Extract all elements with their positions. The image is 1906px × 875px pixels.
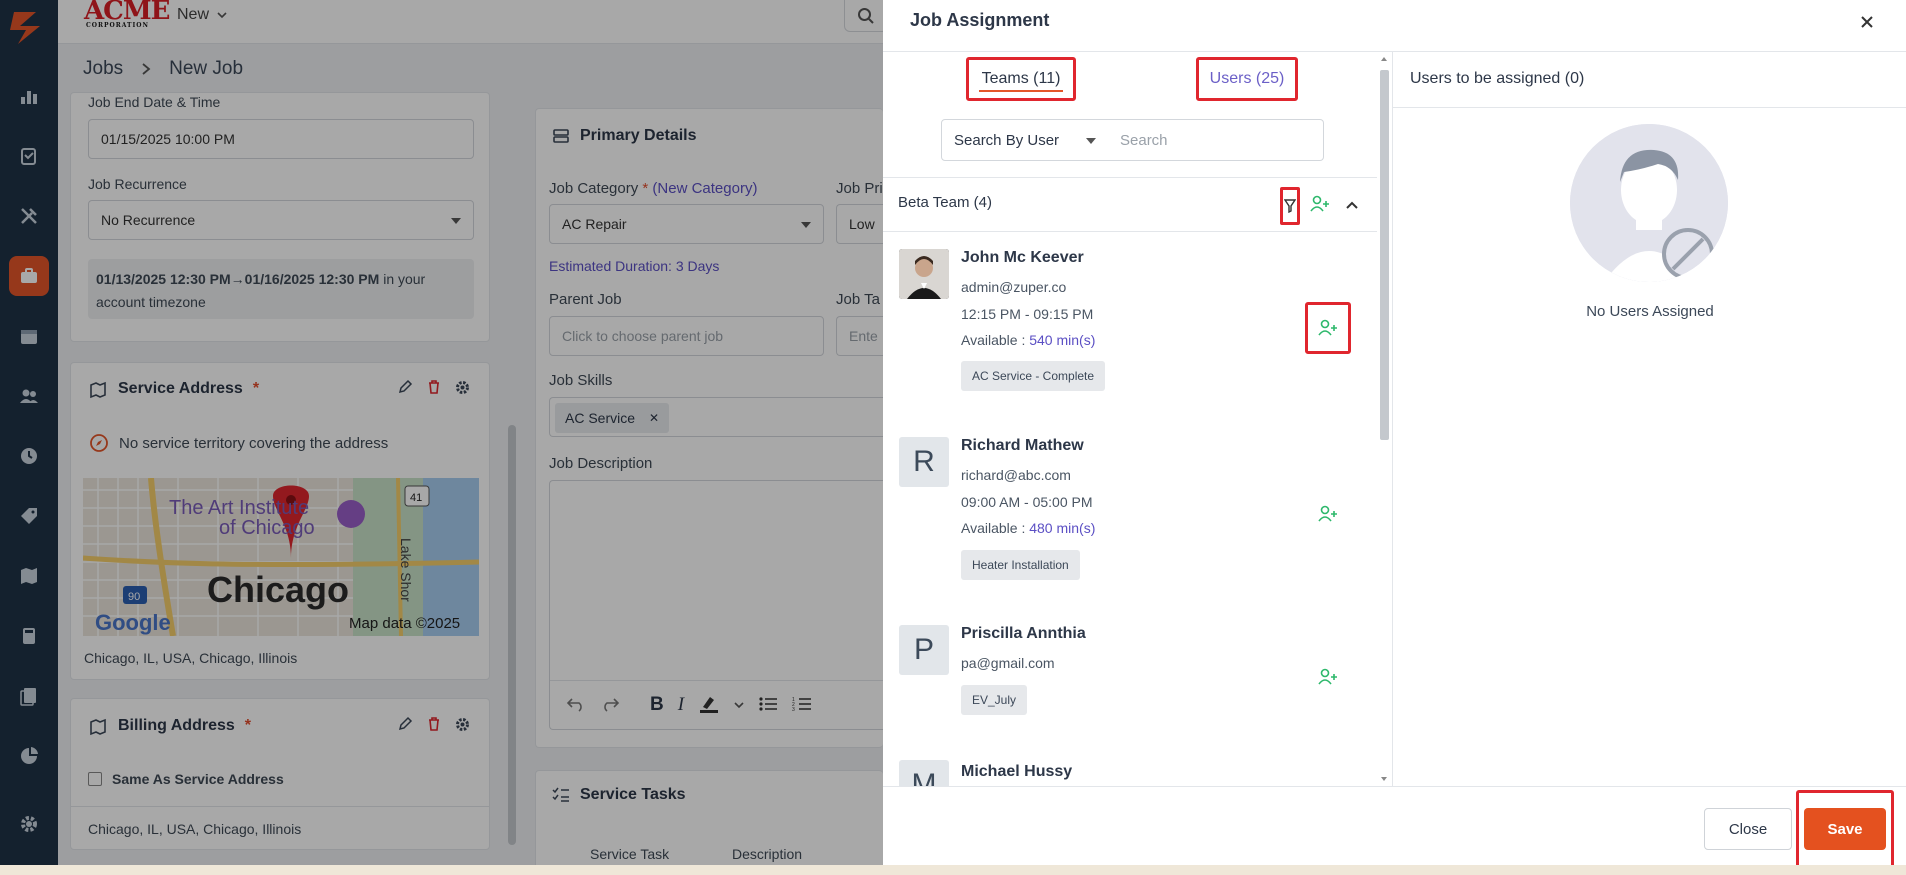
avatar: P: [899, 625, 949, 675]
user-email: richard@abc.com: [961, 467, 1071, 483]
add-user-icon[interactable]: [1305, 504, 1351, 524]
availability-label: Available :: [961, 520, 1030, 536]
chevron-up-icon[interactable]: [1345, 197, 1359, 213]
user-email: admin@zuper.co: [961, 279, 1067, 295]
bottom-strip: [0, 865, 1906, 875]
no-users-text: No Users Assigned: [1586, 303, 1714, 320]
skill-badge: AC Service - Complete: [961, 361, 1106, 391]
assigned-panel-header: Users to be assigned (0): [1393, 52, 1906, 108]
close-icon[interactable]: [1855, 10, 1879, 34]
team-header-row[interactable]: Beta Team (4): [883, 177, 1377, 232]
search-by-value: Search By User: [954, 131, 1060, 149]
list-item: P Priscilla Annthia pa@gmail.com EV_July: [883, 625, 1377, 725]
list-item: John Mc Keever admin@zuper.co 12:15 PM -…: [883, 249, 1377, 399]
user-availability: Available : 540 min(s): [961, 332, 1095, 348]
search-input[interactable]: [1108, 119, 1324, 161]
tab-users-label: Users (25): [1209, 70, 1285, 87]
no-users-illustration: [1570, 124, 1728, 282]
scroll-down-icon[interactable]: [1380, 776, 1388, 782]
skill-badge: EV_July: [961, 685, 1028, 715]
avatar: R: [899, 437, 949, 487]
user-hours: 09:00 AM - 05:00 PM: [961, 494, 1093, 510]
user-name: Priscilla Annthia: [961, 625, 1086, 642]
add-team-users-icon[interactable]: [1310, 195, 1330, 216]
modal-title: Job Assignment: [910, 10, 1050, 30]
team-name: Beta Team (4): [898, 194, 992, 211]
list-item: M Michael Hussy: [883, 760, 1377, 786]
tab-teams[interactable]: Teams (11): [966, 57, 1076, 101]
assigned-title: Users to be assigned (0): [1410, 70, 1585, 87]
availability-minutes: 540 min(s): [1029, 332, 1096, 348]
user-availability: Available : 480 min(s): [961, 520, 1095, 536]
user-email: pa@gmail.com: [961, 655, 1055, 671]
list-item: R Richard Mathew richard@abc.com 09:00 A…: [883, 437, 1377, 587]
skill-badge: Heater Installation: [961, 550, 1080, 580]
save-button[interactable]: Save: [1804, 808, 1886, 850]
search-by-select[interactable]: Search By User: [941, 119, 1109, 161]
user-name: Michael Hussy: [961, 763, 1073, 780]
avatar: [899, 249, 949, 299]
availability-label: Available :: [961, 332, 1030, 348]
modal-scrollbar-thumb[interactable]: [1380, 70, 1389, 440]
modal-backdrop[interactable]: [0, 0, 883, 875]
avatar: M: [899, 760, 949, 786]
dropdown-arrow-icon: [1086, 138, 1096, 144]
tab-users[interactable]: Users (25): [1196, 57, 1298, 101]
user-hours: 12:15 PM - 09:15 PM: [961, 306, 1094, 322]
tab-teams-label: Teams (11): [981, 70, 1061, 87]
add-user-icon[interactable]: [1305, 667, 1351, 687]
user-name: John Mc Keever: [961, 249, 1084, 266]
modal-scrollbar[interactable]: [1376, 52, 1392, 786]
divider: [1392, 52, 1393, 786]
user-name: Richard Mathew: [961, 437, 1084, 454]
add-user-icon[interactable]: [1305, 302, 1351, 354]
filter-icon[interactable]: [1280, 187, 1300, 225]
close-button[interactable]: Close: [1704, 808, 1792, 850]
scroll-up-icon[interactable]: [1380, 56, 1388, 62]
availability-minutes: 480 min(s): [1029, 520, 1096, 536]
